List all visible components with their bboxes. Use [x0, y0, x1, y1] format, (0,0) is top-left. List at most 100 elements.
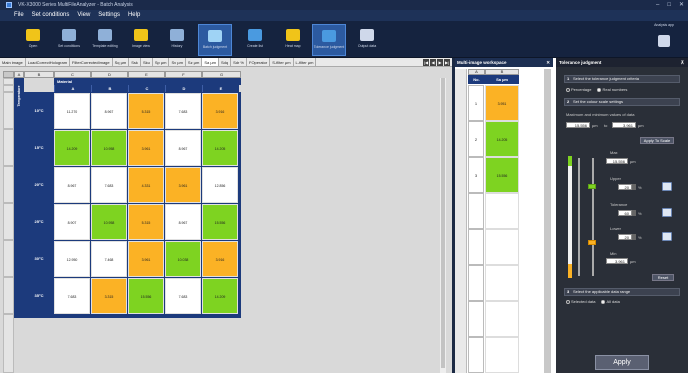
- apply-to-scale-button[interactable]: Apply To Scale: [640, 137, 674, 144]
- sheet-tab[interactable]: Sv µm: [169, 58, 186, 66]
- upper-spinner[interactable]: [632, 184, 636, 190]
- row-header[interactable]: [3, 129, 14, 166]
- data-cell[interactable]: 4.331: [128, 167, 164, 203]
- percentage-radio[interactable]: Percentage: [566, 87, 591, 92]
- row-header[interactable]: [3, 92, 14, 129]
- data-cell[interactable]: 8.967: [165, 204, 201, 240]
- sheet-tab[interactable]: Sq µm: [113, 58, 130, 66]
- row-header[interactable]: [3, 203, 14, 240]
- data-cell[interactable]: 12.950: [54, 241, 90, 277]
- real-numbers-radio[interactable]: Real numbers: [597, 87, 627, 92]
- data-cell[interactable]: 14.205: [202, 130, 238, 166]
- data-cell[interactable]: 3.315: [91, 278, 127, 314]
- sheet-corner[interactable]: [3, 71, 14, 78]
- toolbar-button[interactable]: Tolerance judgment: [312, 24, 346, 56]
- workspace-cell[interactable]: 14.205: [485, 121, 519, 157]
- data-cell[interactable]: 14.209: [202, 278, 238, 314]
- data-cell[interactable]: 3.961: [128, 241, 164, 277]
- data-min-field[interactable]: 15.556: [566, 122, 590, 128]
- data-cell[interactable]: 3.916: [202, 93, 238, 129]
- data-cell[interactable]: 3.961: [128, 130, 164, 166]
- sheet-tab[interactable]: Ssk: [129, 58, 141, 66]
- upper-field[interactable]: 20: [618, 184, 632, 190]
- data-cell[interactable]: 8.967: [165, 130, 201, 166]
- analysis-app-button[interactable]: Analysis app: [650, 23, 678, 55]
- pin-icon[interactable]: ⊼: [681, 58, 684, 67]
- sheet-tab[interactable]: L-filter µm: [294, 58, 317, 66]
- workspace-cell[interactable]: 3.951: [485, 85, 519, 121]
- data-cell[interactable]: 7.683: [165, 278, 201, 314]
- data-cell[interactable]: 10.038: [165, 241, 201, 277]
- maximize-icon[interactable]: □: [667, 0, 671, 10]
- menu-file[interactable]: File: [14, 10, 24, 21]
- tolerance-spinner[interactable]: [632, 210, 636, 216]
- tab-prev-icon[interactable]: ◀: [430, 59, 436, 66]
- sheet-tab[interactable]: Sz µm: [186, 58, 203, 66]
- data-cell[interactable]: 10.958: [91, 130, 127, 166]
- row-header[interactable]: [3, 240, 14, 277]
- toolbar-button[interactable]: Template editing: [88, 24, 122, 56]
- lower-field[interactable]: 20: [618, 234, 632, 240]
- sheet-tab[interactable]: S-filter µm: [270, 58, 294, 66]
- column-header[interactable]: A: [14, 71, 24, 78]
- data-cell[interactable]: 7.683: [91, 167, 127, 203]
- tab-first-icon[interactable]: |◀: [423, 59, 429, 66]
- sheet-tab[interactable]: FOperator: [247, 58, 271, 66]
- menu-view[interactable]: View: [77, 10, 90, 21]
- menu-help[interactable]: Help: [128, 10, 140, 21]
- close-icon[interactable]: ✕: [679, 0, 684, 10]
- column-header[interactable]: G: [202, 71, 241, 78]
- data-cell[interactable]: 3.961: [165, 167, 201, 203]
- toolbar-button[interactable]: Image view: [124, 24, 158, 56]
- data-cell[interactable]: 10.958: [91, 204, 127, 240]
- row-header[interactable]: [3, 277, 14, 314]
- lower-slider-handle[interactable]: [588, 240, 596, 245]
- row-header[interactable]: [3, 78, 14, 85]
- menu-settings[interactable]: Settings: [98, 10, 120, 21]
- toolbar-button[interactable]: Output data: [350, 24, 384, 56]
- column-header[interactable]: B: [24, 71, 54, 78]
- toolbar-button[interactable]: History: [160, 24, 194, 56]
- close-icon[interactable]: ✕: [546, 58, 550, 67]
- sheet-tab[interactable]: Sp µm: [153, 58, 170, 66]
- data-cell[interactable]: 5.315: [128, 204, 164, 240]
- toolbar-button[interactable]: Create list: [238, 24, 272, 56]
- data-cell[interactable]: 7.683: [165, 93, 201, 129]
- empty-cell[interactable]: [485, 193, 519, 229]
- data-cell[interactable]: 7.468: [91, 241, 127, 277]
- apply-button[interactable]: Apply: [595, 355, 649, 370]
- upper-slider-handle[interactable]: [588, 184, 596, 189]
- minimize-icon[interactable]: –: [656, 0, 659, 10]
- scrollbar-thumb[interactable]: [441, 78, 445, 368]
- max-field[interactable]: 15.556: [606, 158, 628, 164]
- data-cell[interactable]: 12.856: [202, 167, 238, 203]
- image-icon[interactable]: [662, 182, 672, 191]
- empty-cell[interactable]: [485, 229, 519, 265]
- data-cell[interactable]: 15.556: [202, 204, 238, 240]
- menu-set-conditions[interactable]: Set conditions: [32, 10, 70, 21]
- reset-button[interactable]: Reset: [652, 274, 674, 281]
- image-icon[interactable]: [662, 232, 672, 241]
- column-header[interactable]: D: [91, 71, 128, 78]
- data-cell[interactable]: 3.916: [202, 241, 238, 277]
- data-cell[interactable]: 8.967: [54, 167, 90, 203]
- min-field[interactable]: 3.961: [606, 258, 628, 264]
- data-cell[interactable]: 7.683: [54, 278, 90, 314]
- sheet-tab[interactable]: FilterCorrectedImage: [70, 58, 113, 66]
- selected-data-radio[interactable]: Selected data: [566, 299, 595, 304]
- data-cell[interactable]: 11.270: [54, 93, 90, 129]
- vertical-scrollbar[interactable]: [440, 78, 446, 373]
- empty-cell[interactable]: [485, 265, 519, 301]
- toolbar-button[interactable]: Open: [16, 24, 50, 56]
- row-header[interactable]: [3, 85, 14, 92]
- tab-next-icon[interactable]: ▶: [437, 59, 443, 66]
- empty-cell[interactable]: [485, 301, 519, 337]
- sheet-tab[interactable]: Sku: [141, 58, 153, 66]
- column-header[interactable]: E: [128, 71, 165, 78]
- data-cell[interactable]: 8.907: [54, 204, 90, 240]
- data-max-field[interactable]: 3.961: [612, 122, 636, 128]
- toolbar-button[interactable]: Heat map: [276, 24, 310, 56]
- data-cell[interactable]: 8.967: [91, 93, 127, 129]
- tolerance-field[interactable]: 60: [618, 210, 632, 216]
- data-cell[interactable]: 15.556: [128, 278, 164, 314]
